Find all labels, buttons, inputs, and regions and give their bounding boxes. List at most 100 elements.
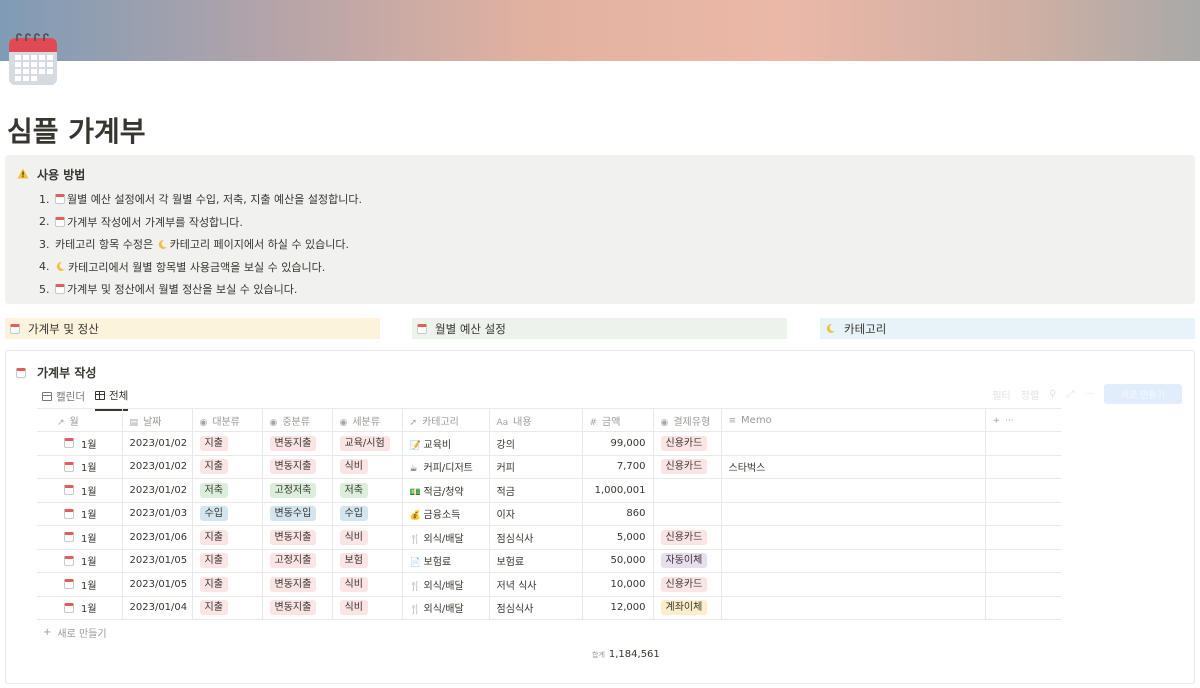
cell-major[interactable]: 수입: [191, 502, 262, 526]
cell-month[interactable]: 1월: [37, 596, 122, 620]
step-link[interactable]: 카테고리: [68, 259, 108, 275]
cell-date[interactable]: 2023/01/05: [121, 572, 192, 597]
cell-memo[interactable]: [720, 431, 985, 456]
cell-month[interactable]: 1월: [37, 549, 122, 573]
cell-middle[interactable]: 변동지출: [261, 431, 332, 456]
cell-category[interactable]: 🍴 외식/배달: [401, 572, 489, 597]
cell-middle[interactable]: 변동지출: [261, 572, 332, 597]
col-header-amount[interactable]: # 금액: [581, 408, 653, 432]
cell-major[interactable]: 저축: [191, 478, 262, 503]
cell-memo[interactable]: [720, 525, 985, 550]
cell-content[interactable]: 강의: [488, 431, 582, 456]
cell-middle[interactable]: 변동지출: [261, 525, 332, 550]
cell-content[interactable]: 점심식사: [488, 596, 582, 620]
table-row[interactable]: 1월 2023/01/05 지출 변동지출 식비 🍴 외식/배달 저녁 식사 10…: [37, 572, 1061, 597]
link-ledger-settlement[interactable]: 가계부 및 정산: [5, 318, 380, 339]
month-link[interactable]: 1월: [81, 436, 97, 451]
cell-amount[interactable]: 5,000: [581, 525, 653, 550]
cell-memo[interactable]: [720, 596, 985, 620]
cell-amount[interactable]: 7,700: [581, 455, 653, 479]
table-row[interactable]: 1월 2023/01/04 지출 변동지출 식비 🍴 외식/배달 점심식사 12,…: [37, 596, 1061, 620]
cell-payment[interactable]: 신용카드: [652, 431, 721, 456]
cell-content[interactable]: 저녁 식사: [488, 572, 582, 597]
cell-amount[interactable]: 12,000: [581, 596, 653, 620]
cell-date[interactable]: 2023/01/02: [121, 455, 192, 479]
cell-minor[interactable]: 수입: [331, 502, 402, 526]
month-link[interactable]: 1월: [81, 530, 97, 545]
cell-amount[interactable]: 10,000: [581, 572, 653, 597]
cell-middle[interactable]: 변동수입: [261, 502, 332, 526]
expand-icon[interactable]: ⤢: [1066, 389, 1074, 400]
cell-minor[interactable]: 교육/시험: [331, 431, 402, 456]
col-header-minor[interactable]: ◉ 세분류: [331, 408, 402, 432]
cell-memo[interactable]: [720, 478, 985, 503]
step-link[interactable]: 가계부 및 정산: [67, 281, 135, 297]
step-link[interactable]: 카테고리: [170, 236, 210, 252]
month-link[interactable]: 1월: [81, 553, 97, 568]
cell-major[interactable]: 지출: [191, 549, 262, 573]
category-link[interactable]: 커피/디저트: [424, 463, 473, 474]
filter-button[interactable]: 필터: [992, 387, 1010, 402]
table-row[interactable]: 1월 2023/01/02 지출 변동지출 교육/시험 📝 교육비 강의 99,0…: [37, 431, 1061, 456]
cell-month[interactable]: 1월: [37, 572, 122, 597]
cell-category[interactable]: 🍴 외식/배달: [401, 596, 489, 620]
add-column-header[interactable]: + ···: [984, 408, 1061, 432]
cell-payment[interactable]: 신용카드: [652, 525, 721, 550]
cell-memo[interactable]: [720, 502, 985, 526]
category-link[interactable]: 외식/배달: [424, 581, 464, 592]
col-header-memo[interactable]: ≡ Memo: [720, 408, 985, 432]
cell-amount[interactable]: 99,000: [581, 431, 653, 456]
table-row[interactable]: 1월 2023/01/03 수입 변동수입 수입 💰 금융소득 이자 860: [37, 502, 1061, 526]
category-link[interactable]: 외식/배달: [424, 604, 464, 615]
cell-content[interactable]: 커피: [488, 455, 582, 479]
cell-middle[interactable]: 고정저축: [261, 478, 332, 503]
table-row[interactable]: 1월 2023/01/02 지출 변동지출 식비 ☕ 커피/디저트 커피 7,70…: [37, 455, 1061, 479]
cell-middle[interactable]: 변동지출: [261, 455, 332, 479]
step-link[interactable]: 월별 예산 설정: [67, 191, 135, 207]
cell-month[interactable]: 1월: [37, 502, 122, 526]
link-category[interactable]: 카테고리: [820, 318, 1195, 339]
col-header-month[interactable]: ↗ 월: [37, 408, 122, 432]
cell-major[interactable]: 지출: [191, 572, 262, 597]
category-link[interactable]: 금융소득: [424, 510, 461, 521]
cell-memo[interactable]: 스타벅스: [720, 455, 985, 479]
cell-category[interactable]: 💰 금융소득: [401, 502, 489, 526]
cell-date[interactable]: 2023/01/02: [121, 478, 192, 503]
col-header-middle[interactable]: ◉ 중분류: [261, 408, 332, 432]
cell-date[interactable]: 2023/01/05: [121, 549, 192, 573]
cell-category[interactable]: 📝 교육비: [401, 431, 489, 456]
cell-minor[interactable]: 식비: [331, 596, 402, 620]
cell-payment[interactable]: [652, 502, 721, 526]
cell-major[interactable]: 지출: [191, 431, 262, 456]
cell-month[interactable]: 1월: [37, 455, 122, 479]
cell-minor[interactable]: 식비: [331, 572, 402, 597]
amount-sum[interactable]: 합계 1,184,561: [592, 649, 660, 660]
cell-major[interactable]: 지출: [191, 525, 262, 550]
cell-middle[interactable]: 고정지출: [261, 549, 332, 573]
new-row-button[interactable]: + 새로 만들기: [43, 625, 107, 640]
plus-icon[interactable]: +: [993, 416, 1001, 426]
cell-date[interactable]: 2023/01/04: [121, 596, 192, 620]
cell-amount[interactable]: 1,000,001: [581, 478, 653, 503]
month-link[interactable]: 1월: [81, 506, 97, 521]
database-title[interactable]: 가계부 작성: [16, 364, 96, 381]
cell-date[interactable]: 2023/01/02: [121, 431, 192, 456]
category-link[interactable]: 적금/청약: [424, 487, 464, 498]
cell-amount[interactable]: 50,000: [581, 549, 653, 573]
category-link[interactable]: 보험료: [424, 557, 452, 568]
category-link[interactable]: 교육비: [424, 440, 452, 451]
cell-content[interactable]: 보험료: [488, 549, 582, 573]
month-link[interactable]: 1월: [81, 483, 97, 498]
cell-major[interactable]: 지출: [191, 455, 262, 479]
cell-month[interactable]: 1월: [37, 478, 122, 503]
month-link[interactable]: 1월: [81, 577, 97, 592]
cell-category[interactable]: 💵 적금/청약: [401, 478, 489, 503]
cell-category[interactable]: ☕ 커피/디저트: [401, 455, 489, 479]
sort-button[interactable]: 정렬: [1021, 387, 1039, 402]
search-icon[interactable]: ⚲: [1049, 389, 1056, 400]
calendar-icon[interactable]: [8, 32, 58, 86]
table-row[interactable]: 1월 2023/01/06 지출 변동지출 식비 🍴 외식/배달 점심식사 5,0…: [37, 525, 1061, 550]
cell-content[interactable]: 점심식사: [488, 525, 582, 550]
link-monthly-budget[interactable]: 월별 예산 설정: [412, 318, 787, 339]
cell-month[interactable]: 1월: [37, 525, 122, 550]
